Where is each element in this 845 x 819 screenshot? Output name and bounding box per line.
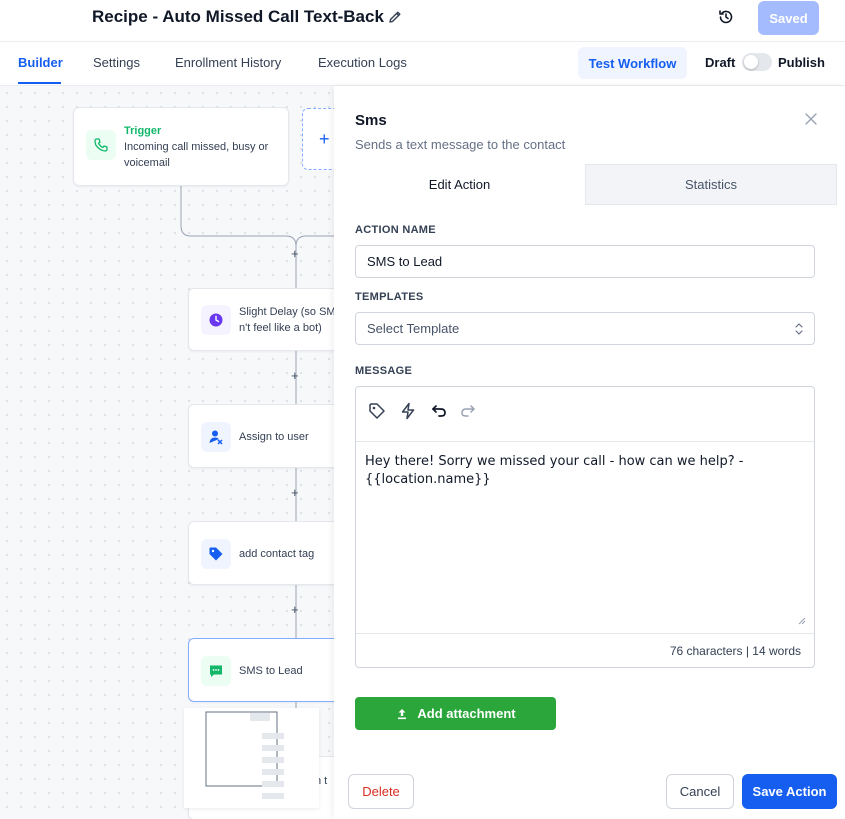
test-workflow-button[interactable]: Test Workflow: [578, 47, 687, 79]
tab-enrollment-history[interactable]: Enrollment History: [175, 55, 281, 70]
top-bar: Recipe - Auto Missed Call Text-Back Save…: [0, 0, 845, 42]
sms-icon: [201, 656, 231, 686]
phone-icon: [86, 130, 116, 160]
template-select[interactable]: Select Template: [355, 312, 815, 345]
pencil-icon[interactable]: [387, 9, 403, 25]
user-assign-icon: [201, 422, 231, 452]
add-attachment-label: Add attachment: [417, 706, 516, 721]
action-label: SMS to Lead: [239, 665, 303, 677]
toggle-knob: [744, 55, 758, 69]
action-panel: Sms Sends a text message to the contact …: [334, 86, 845, 819]
add-step-plus-icon[interactable]: +: [291, 485, 299, 500]
saved-button[interactable]: Saved: [758, 1, 819, 35]
panel-subtitle: Sends a text message to the contact: [355, 137, 566, 152]
tag-icon[interactable]: [368, 402, 386, 420]
tab-builder[interactable]: Builder: [18, 55, 63, 70]
trigger-node[interactable]: Trigger Incoming call missed, busy or vo…: [73, 107, 289, 186]
close-icon[interactable]: [804, 112, 818, 126]
action-node-assign-user[interactable]: Assign to user: [188, 404, 334, 468]
action-node-add-tag[interactable]: add contact tag: [188, 521, 334, 585]
panel-title: Sms: [355, 112, 387, 129]
templates-label: TEMPLATES: [355, 291, 424, 303]
history-icon[interactable]: [717, 8, 735, 26]
cancel-button[interactable]: Cancel: [666, 774, 734, 809]
message-toolbar: [356, 387, 814, 442]
resize-handle-icon[interactable]: [798, 617, 806, 625]
upload-icon: [398, 708, 407, 719]
add-step-plus-icon[interactable]: +: [291, 246, 299, 261]
message-textarea[interactable]: Hey there! Sorry we missed your call - h…: [365, 453, 795, 489]
message-editor: Hey there! Sorry we missed your call - h…: [355, 386, 815, 668]
action-label: Assign to user: [239, 431, 309, 443]
delete-button[interactable]: Delete: [348, 774, 414, 809]
publish-toggle[interactable]: [742, 53, 772, 71]
action-label: Slight Delay (so SM n't feel like a bot): [239, 306, 334, 334]
redo-icon[interactable]: [459, 402, 477, 420]
workflow-tabs: Builder Settings Enrollment History Exec…: [0, 42, 845, 86]
action-label: add contact tag: [239, 548, 315, 560]
workflow-canvas[interactable]: Trigger Incoming call missed, busy or vo…: [0, 86, 334, 819]
clock-icon: [201, 305, 231, 335]
message-footer: 76 characters | 14 words: [356, 633, 814, 667]
add-step-plus-icon[interactable]: +: [291, 602, 299, 617]
message-line: {{location.name}}: [365, 472, 491, 487]
message-label: MESSAGE: [355, 365, 413, 377]
lightning-icon[interactable]: [399, 402, 417, 420]
undo-icon[interactable]: [430, 402, 448, 420]
message-line: Hey there! Sorry we missed your call - h…: [365, 454, 744, 469]
select-chevron-icon: [795, 323, 803, 335]
draft-label: Draft: [705, 55, 736, 70]
trigger-label: Trigger: [124, 125, 162, 137]
minimap-preview: [205, 711, 284, 799]
canvas-minimap[interactable]: [184, 708, 319, 808]
action-name-input[interactable]: SMS to Lead: [355, 245, 815, 278]
publish-label: Publish: [778, 55, 825, 70]
action-node-sms-selected[interactable]: SMS to Lead: [188, 638, 334, 702]
add-trigger-button[interactable]: +: [302, 108, 334, 170]
tab-execution-logs[interactable]: Execution Logs: [318, 55, 407, 70]
trigger-description: Incoming call missed, busy or voicemail: [124, 141, 269, 169]
workflow-title: Recipe - Auto Missed Call Text-Back: [92, 7, 384, 26]
action-node-delay[interactable]: Slight Delay (so SM n't feel like a bot): [188, 288, 334, 351]
add-attachment-button[interactable]: Add attachment: [355, 697, 556, 730]
save-action-button[interactable]: Save Action: [742, 774, 837, 809]
active-tab-indicator: [18, 82, 61, 84]
tag-icon: [201, 539, 231, 569]
plus-icon: +: [319, 129, 330, 149]
add-step-plus-icon[interactable]: +: [291, 368, 299, 383]
tab-settings[interactable]: Settings: [93, 55, 140, 70]
tab-statistics[interactable]: Statistics: [585, 164, 837, 205]
action-name-label: ACTION NAME: [355, 224, 436, 236]
template-select-placeholder: Select Template: [367, 321, 460, 336]
tab-edit-action[interactable]: Edit Action: [334, 164, 585, 205]
character-counter: 76 characters | 14 words: [669, 644, 801, 658]
